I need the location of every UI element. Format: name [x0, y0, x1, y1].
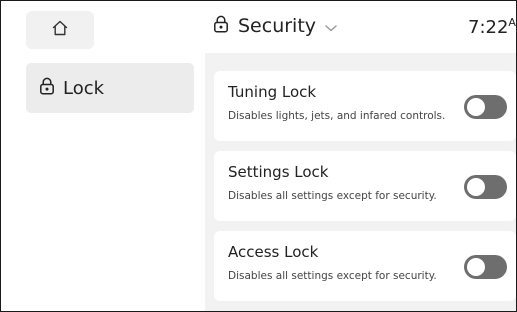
sidebar-item-label: Lock	[63, 77, 105, 99]
lock-icon	[213, 15, 229, 37]
sidebar-item-lock[interactable]: Lock	[26, 63, 194, 113]
home-icon	[51, 19, 69, 41]
setting-title: Tuning Lock	[228, 83, 317, 101]
settings-panel: Tuning Lock Disables lights, jets, and i…	[205, 53, 516, 311]
header: Security 7:22A	[205, 1, 516, 53]
toggle-knob	[467, 178, 485, 196]
setting-description: Disables all settings except for securit…	[228, 190, 437, 202]
setting-title: Access Lock	[228, 243, 319, 261]
clock-suffix: A	[508, 16, 516, 29]
toggle-knob	[467, 258, 485, 276]
setting-title: Settings Lock	[228, 163, 329, 181]
sidebar: Lock	[2, 1, 205, 311]
section-dropdown[interactable]: Security	[213, 15, 338, 37]
tuning-lock-toggle[interactable]	[464, 95, 507, 119]
toggle-knob	[467, 98, 485, 116]
setting-description: Disables lights, jets, and infared contr…	[228, 110, 446, 122]
setting-description: Disables all settings except for securit…	[228, 270, 437, 282]
clock: 7:22A	[468, 16, 516, 38]
chevron-down-icon	[324, 18, 338, 37]
clock-time: 7:22	[468, 17, 509, 38]
settings-lock-toggle[interactable]	[464, 175, 507, 199]
setting-card-tuning-lock: Tuning Lock Disables lights, jets, and i…	[214, 71, 516, 141]
page-title: Security	[238, 15, 317, 37]
setting-card-access-lock: Access Lock Disables all settings except…	[214, 231, 516, 301]
app-window: Lock Security 7:22A Tuning Lock Disables…	[0, 0, 517, 312]
access-lock-toggle[interactable]	[464, 255, 507, 279]
home-button[interactable]	[26, 11, 94, 49]
lock-icon	[39, 77, 55, 99]
setting-card-settings-lock: Settings Lock Disables all settings exce…	[214, 151, 516, 221]
